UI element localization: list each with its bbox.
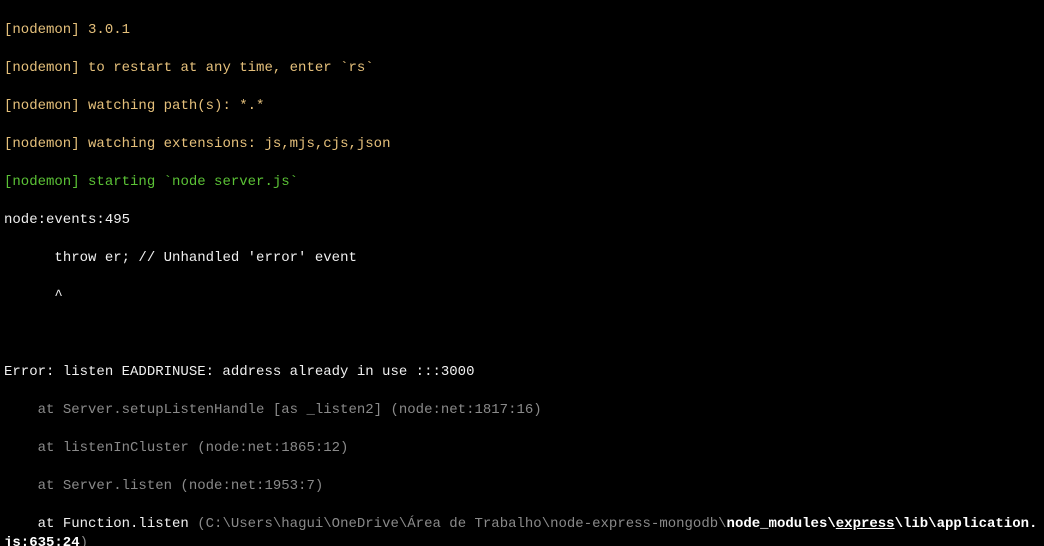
- nodemon-starting-line: [nodemon] starting `node server.js`: [4, 173, 1040, 192]
- stack-4-close: ): [80, 535, 88, 546]
- nodemon-tag: [nodemon]: [4, 98, 80, 114]
- nodemon-tag: [nodemon]: [4, 60, 80, 76]
- stack-line-2: at listenInCluster (node:net:1865:12): [4, 439, 1040, 458]
- stack-4-express: express: [836, 516, 895, 532]
- node-throw-line: throw er; // Unhandled 'error' event: [4, 249, 1040, 268]
- nodemon-version: 3.0.1: [80, 22, 130, 38]
- error-head-line: Error: listen EADDRINUSE: address alread…: [4, 363, 1040, 382]
- stack-line-3: at Server.listen (node:net:1953:7): [4, 477, 1040, 496]
- node-events-line: node:events:495: [4, 211, 1040, 230]
- nodemon-version-line: [nodemon] 3.0.1: [4, 21, 1040, 40]
- terminal-output: [nodemon] 3.0.1 [nodemon] to restart at …: [0, 0, 1044, 546]
- node-caret-line: ^: [4, 287, 1040, 306]
- blank-line: [4, 325, 1040, 344]
- nodemon-restart-line: [nodemon] to restart at any time, enter …: [4, 59, 1040, 78]
- nodemon-watch-ext: watching extensions: js,mjs,cjs,json: [80, 136, 391, 152]
- stack-line-1: at Server.setupListenHandle [as _listen2…: [4, 401, 1040, 420]
- nodemon-restart-hint: to restart at any time, enter `rs`: [80, 60, 374, 76]
- stack-4-prefix: at Function.listen: [4, 516, 197, 532]
- stack-line-4: at Function.listen (C:\Users\hagui\OneDr…: [4, 515, 1040, 546]
- nodemon-watch-paths: watching path(s): *.*: [80, 98, 265, 114]
- stack-4-nm: node_modules\: [727, 516, 836, 532]
- stack-4-path-a: (C:\Users\hagui\OneDrive\Área de Trabalh…: [197, 516, 726, 532]
- nodemon-tag: [nodemon]: [4, 136, 80, 152]
- nodemon-watch-paths-line: [nodemon] watching path(s): *.*: [4, 97, 1040, 116]
- nodemon-watch-ext-line: [nodemon] watching extensions: js,mjs,cj…: [4, 135, 1040, 154]
- nodemon-tag: [nodemon]: [4, 174, 80, 190]
- nodemon-tag: [nodemon]: [4, 22, 80, 38]
- nodemon-starting: starting `node server.js`: [80, 174, 298, 190]
